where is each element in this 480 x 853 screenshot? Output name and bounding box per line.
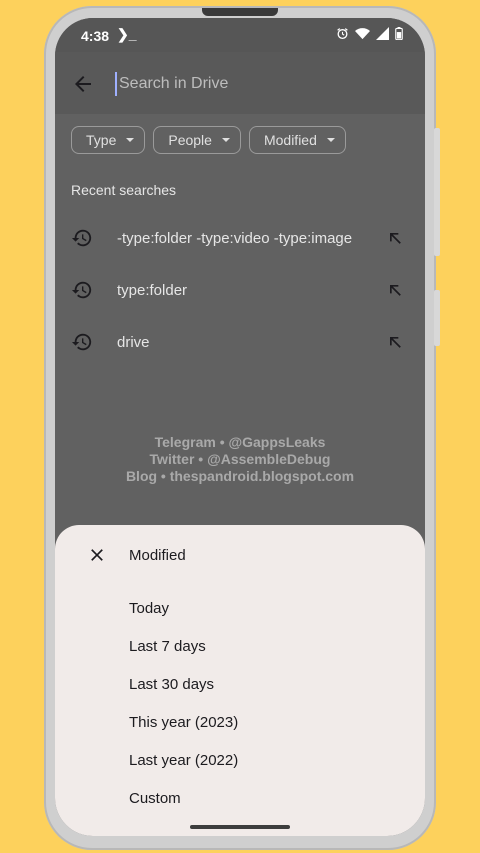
watermark-line: Twitter • @AssembleDebug [149,451,331,467]
back-arrow-icon[interactable] [71,72,95,96]
recent-search-item[interactable]: drive [55,316,425,368]
watermark-line: Telegram • @GappsLeaks [154,434,326,450]
dropdown-caret-icon [126,138,135,142]
option-last-30-days[interactable]: Last 30 days [129,665,238,703]
gesture-nav-handle[interactable] [190,825,290,829]
option-last-year[interactable]: Last year (2022) [129,741,238,779]
chip-label: People [168,132,212,148]
close-icon[interactable] [87,545,107,565]
recent-search-text: type:folder [117,281,188,299]
fill-query-arrow-icon[interactable] [385,228,405,248]
option-this-year[interactable]: This year (2023) [129,703,238,741]
wifi-icon [355,28,370,40]
chip-label: Type [86,132,117,148]
filter-chips: Type People Modified [71,126,346,154]
option-today[interactable]: Today [129,589,238,627]
alarm-icon [337,28,348,40]
recent-search-text: drive [117,333,150,351]
signal-icon [376,27,389,40]
modified-bottom-sheet: Modified Today Last 7 days Last 30 days … [55,525,425,836]
history-icon [71,229,92,247]
volume-button [434,128,440,256]
recent-searches-heading: Recent searches [71,182,177,198]
dropdown-caret-icon [326,138,335,142]
type-chip[interactable]: Type [71,126,146,154]
fill-query-arrow-icon[interactable] [385,280,405,300]
status-icons [336,27,403,40]
status-bar: 4:38 ❯_ [55,18,425,52]
option-custom[interactable]: Custom [129,779,238,817]
recent-searches-list: -type:folder -type:video -type:image typ… [55,212,425,368]
modified-chip[interactable]: Modified [248,126,346,154]
history-icon [71,333,92,351]
sheet-title: Modified [129,547,186,564]
speaker-notch [202,8,278,16]
battery-icon [395,27,403,40]
recent-search-item[interactable]: type:folder [55,264,425,316]
recent-search-item[interactable]: -type:folder -type:video -type:image [55,212,425,264]
power-button [434,290,440,346]
terminal-icon: ❯_ [117,26,137,42]
search-input[interactable] [115,72,399,96]
option-last-7-days[interactable]: Last 7 days [129,627,238,665]
screen: 4:38 ❯_ Type People Modified Recent sear… [55,18,425,836]
history-icon [71,281,92,299]
people-chip[interactable]: People [153,126,241,154]
dropdown-caret-icon [221,138,230,142]
search-bar [55,52,425,114]
date-options-list: Today Last 7 days Last 30 days This year… [129,589,238,817]
status-time: 4:38 [81,28,110,44]
watermark: Telegram • @GappsLeaks Twitter • @Assemb… [55,434,425,485]
watermark-line: Blog • thespandroid.blogspot.com [125,468,355,484]
fill-query-arrow-icon[interactable] [385,332,405,352]
chip-label: Modified [263,132,317,148]
recent-search-text: -type:folder -type:video -type:image [117,229,353,247]
